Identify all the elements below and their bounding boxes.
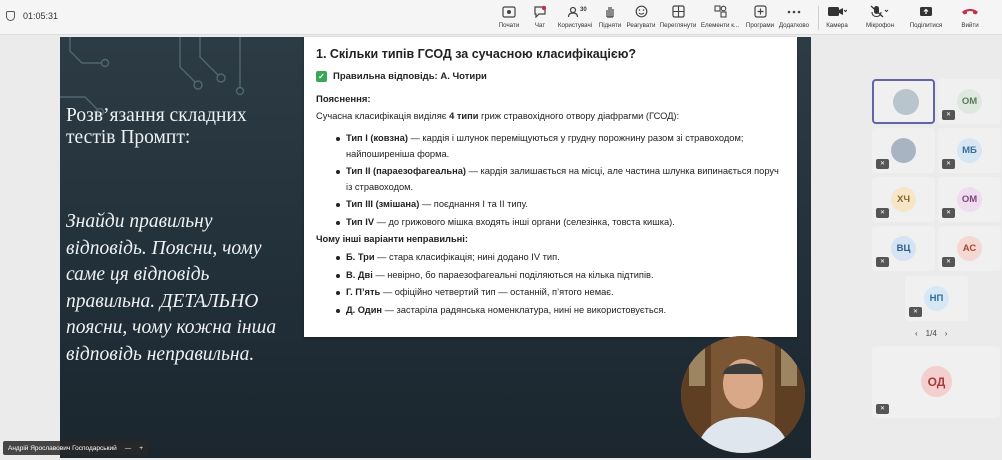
spotlight-tile[interactable]: ОД ✕	[872, 346, 1000, 418]
mic-button[interactable]: Мікрофон	[857, 4, 903, 32]
more-icon	[771, 4, 817, 19]
add-icon[interactable]: +	[139, 445, 143, 452]
explanation-intro: Сучасна класифікація виділяє 4 типи гриж…	[316, 111, 680, 121]
list-item: Тип II (параезофагеальна) — кардія залиш…	[316, 164, 785, 195]
participant-tile[interactable]: ХЧ ✕	[872, 177, 935, 222]
chevron-left-icon[interactable]: ‹	[915, 329, 918, 338]
wrong-answers-heading: Чому інші варіанти неправильні:	[316, 234, 468, 244]
list-item: Тип IV — до грижового мішка входять інші…	[316, 215, 785, 231]
presenter-image	[681, 336, 805, 453]
list-item: В. Дві — невірно, бо параезофагеальні по…	[316, 268, 785, 284]
view-button[interactable]: Переглянути	[655, 4, 701, 32]
correct-answer-text: Правильна відповідь: А. Чотири	[333, 71, 487, 82]
mic-off-icon: ✕	[876, 404, 889, 414]
list-item: Б. Три — стара класифікація; нині додано…	[316, 250, 785, 266]
slide-title: Розв’язання складних тестів Промпт:	[66, 105, 247, 148]
view-icon	[655, 4, 701, 19]
slide-prompt-text: Знайди правильну відповідь. Поясни, чому…	[66, 211, 277, 365]
mic-off-icon: ✕	[909, 307, 922, 317]
list-item: Д. Один — застаріла радянська номенклату…	[316, 303, 785, 319]
participant-pager: ‹ 1/4 ›	[915, 329, 947, 338]
timer-text: 01:05:31	[23, 11, 59, 21]
share-button[interactable]: Поділитися	[903, 4, 949, 32]
participant-tile[interactable]: АС ✕	[938, 226, 1001, 271]
participant-tile[interactable]: ОМ ✕	[938, 177, 1001, 222]
presenter-name-label: Андрій Ярославович Господарський — +	[3, 441, 149, 455]
explanation-heading: Пояснення:	[316, 94, 371, 105]
avatar: ХЧ	[891, 187, 916, 212]
meeting-toolbar: 01:05:31 Почати Чат 30 Користувачі Підня…	[0, 0, 1002, 35]
avatar: ВЦ	[891, 236, 916, 261]
avatar: ОД	[921, 366, 952, 397]
presenter-video[interactable]	[681, 336, 805, 453]
avatar: АС	[957, 236, 982, 261]
correct-answer: ✓ Правильна відповідь: А. Чотири	[316, 71, 785, 82]
minimize-icon[interactable]: —	[125, 445, 132, 452]
more-button[interactable]: Додатково	[771, 4, 817, 32]
mic-off-icon: ✕	[876, 257, 889, 267]
avatar	[893, 89, 919, 115]
question-title: 1. Скільки типів ГСОД за сучасною класиф…	[316, 47, 637, 61]
hangup-icon	[947, 4, 993, 19]
mic-off-icon: ✕	[942, 159, 955, 169]
wrong-answers-list: Б. Три — стара класифікація; нині додано…	[316, 250, 785, 318]
leave-button[interactable]: Вийти	[947, 4, 993, 32]
list-item: Тип I (ковзна) — кардія і шлунок переміщ…	[316, 131, 785, 162]
list-item: Г. П’ять — офіційно четвертий тип — оста…	[316, 285, 785, 301]
participant-tile[interactable]: ОМ ✕	[938, 79, 1001, 124]
mic-off-icon: ✕	[942, 257, 955, 267]
checkmark-icon: ✓	[316, 71, 327, 82]
mic-off-icon: ✕	[876, 159, 889, 169]
list-item: Тип III (змішана) — поєднання I та II ти…	[316, 197, 785, 213]
share-icon	[903, 4, 949, 19]
meeting-timer: 01:05:31	[6, 11, 58, 21]
page-indicator: 1/4	[925, 329, 937, 338]
avatar: ОМ	[957, 187, 982, 212]
mic-icon	[857, 4, 903, 19]
types-list: Тип I (ковзна) — кардія і шлунок переміщ…	[316, 131, 785, 230]
mic-off-icon: ✕	[942, 208, 955, 218]
camera-button[interactable]: Камера	[814, 4, 860, 32]
mic-off-icon: ✕	[942, 110, 955, 120]
avatar: НП	[924, 286, 949, 311]
answer-card: 1. Скільки типів ГСОД за сучасною класиф…	[304, 37, 797, 337]
participant-tile[interactable]: ВЦ ✕	[872, 226, 935, 271]
camera-icon	[814, 4, 860, 19]
participant-tile[interactable]: МБ ✕	[938, 128, 1001, 173]
participant-tile[interactable]: ✕	[872, 128, 935, 173]
participant-tile[interactable]: НП ✕	[905, 276, 968, 321]
avatar: МБ	[957, 138, 982, 163]
shield-icon	[6, 11, 15, 21]
people-count: 30	[580, 7, 587, 13]
mic-off-icon: ✕	[876, 208, 889, 218]
avatar: ОМ	[957, 89, 982, 114]
chevron-right-icon[interactable]: ›	[945, 329, 948, 338]
avatar	[891, 138, 916, 163]
participant-tile[interactable]	[872, 79, 935, 124]
